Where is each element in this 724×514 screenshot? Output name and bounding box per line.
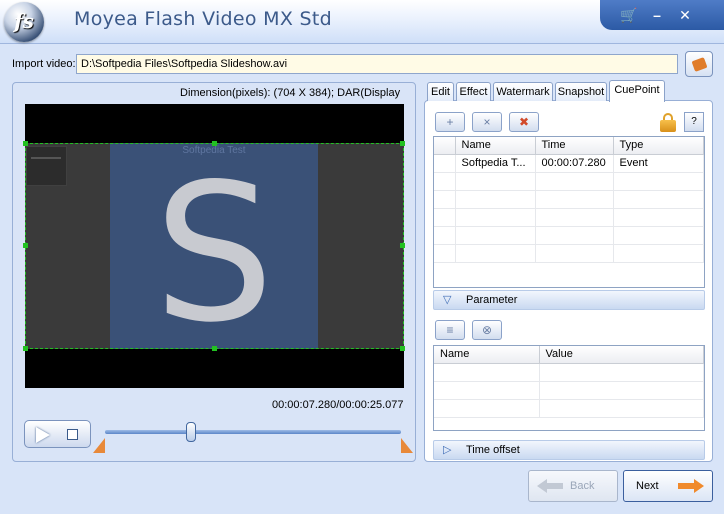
table-row[interactable]: Softpedia T... 00:00:07.280 Event	[434, 154, 704, 173]
crop-handle-top-right[interactable]	[400, 141, 405, 146]
arrow-left-icon	[537, 479, 563, 493]
crop-handle-top[interactable]	[212, 141, 217, 146]
window-controls: 🛒 – ✕	[600, 0, 724, 30]
column-header-name[interactable]: Name	[455, 137, 536, 155]
column-header-type[interactable]: Type	[613, 137, 704, 155]
table-row	[434, 381, 704, 400]
cuepoint-time: 00:00:07.280	[535, 154, 614, 173]
app-title: Moyea Flash Video MX Std	[74, 8, 332, 30]
crop-handle-bottom-right[interactable]	[400, 346, 405, 351]
tab-effect[interactable]: Effect	[456, 82, 491, 101]
tab-snapshot[interactable]: Snapshot	[555, 82, 607, 101]
row-selector	[434, 154, 456, 173]
table-row	[434, 226, 704, 245]
stop-icon[interactable]	[67, 429, 78, 440]
back-button[interactable]: Back	[528, 470, 618, 502]
table-row	[434, 172, 704, 191]
cart-icon[interactable]: 🛒	[618, 5, 640, 25]
tag-icon	[691, 57, 708, 72]
add-cuepoint-button[interactable]: +	[435, 112, 465, 132]
crop-handle-bottom[interactable]	[212, 346, 217, 351]
playback-controls	[24, 420, 91, 448]
tab-watermark[interactable]: Watermark	[493, 82, 553, 101]
next-button[interactable]: Next	[623, 470, 713, 502]
title-bar: fs Moyea Flash Video MX Std 🛒 – ✕	[0, 0, 724, 44]
arrow-right-icon	[678, 479, 704, 493]
crop-handle-bottom-left[interactable]	[23, 346, 28, 351]
help-button[interactable]: ?	[684, 112, 704, 132]
chevron-down-icon: ▽	[443, 294, 452, 306]
parameter-table-header: Name Value	[434, 346, 704, 364]
next-button-label: Next	[636, 480, 659, 492]
tab-cuepoint[interactable]: CuePoint	[609, 80, 665, 102]
import-video-field[interactable]: D:\Softpedia Files\Softpedia Slideshow.a…	[76, 54, 678, 74]
parameter-table: Name Value	[433, 345, 705, 431]
dimension-info: Dimension(pixels): (704 X 384); DAR(Disp…	[180, 87, 402, 99]
table-row	[434, 363, 704, 382]
table-row	[434, 399, 704, 418]
column-header-param-value[interactable]: Value	[539, 346, 704, 364]
timecode: 00:00:07.280/00:00:25.077	[272, 399, 404, 411]
parameter-section[interactable]: ▽ Parameter	[433, 290, 705, 310]
mark-in-icon[interactable]	[93, 438, 105, 453]
play-icon[interactable]	[36, 427, 50, 443]
cuepoint-type: Event	[613, 154, 704, 173]
crop-handle-left[interactable]	[23, 243, 28, 248]
chevron-right-icon: ▷	[443, 444, 452, 456]
clear-cuepoints-button[interactable]: ✖	[509, 112, 539, 132]
browse-video-button[interactable]	[685, 51, 713, 77]
table-row	[434, 244, 704, 263]
close-icon[interactable]: ✕	[674, 5, 696, 25]
tab-edit[interactable]: Edit	[427, 82, 454, 101]
crop-handle-top-left[interactable]	[23, 141, 28, 146]
crop-selection[interactable]	[25, 143, 404, 349]
seek-slider-thumb[interactable]	[186, 422, 196, 442]
selector-column-header	[434, 137, 456, 155]
time-offset-label: Time offset	[466, 444, 520, 456]
delete-parameter-button[interactable]: ⊗	[472, 320, 502, 340]
cuepoint-table-header: Name Time Type	[434, 137, 704, 155]
cuepoint-table: Name Time Type Softpedia T... 00:00:07.2…	[433, 136, 705, 288]
mark-out-icon[interactable]	[401, 438, 413, 453]
column-header-param-name[interactable]: Name	[434, 346, 540, 364]
back-button-label: Back	[570, 480, 595, 492]
minimize-button[interactable]: –	[646, 5, 668, 25]
cuepoint-name: Softpedia T...	[455, 154, 536, 173]
add-parameter-button[interactable]: ≡	[435, 320, 465, 340]
table-row	[434, 190, 704, 209]
delete-cuepoint-button[interactable]: ×	[472, 112, 502, 132]
app-logo-icon: fs	[4, 2, 44, 42]
parameter-section-label: Parameter	[466, 294, 518, 306]
crop-handle-right[interactable]	[400, 243, 405, 248]
seek-slider[interactable]	[105, 430, 401, 434]
import-video-label: Import video:	[12, 58, 76, 70]
column-header-time[interactable]: Time	[535, 137, 614, 155]
lock-icon[interactable]	[657, 111, 679, 133]
table-row	[434, 208, 704, 227]
time-offset-section[interactable]: ▷ Time offset	[433, 440, 705, 460]
